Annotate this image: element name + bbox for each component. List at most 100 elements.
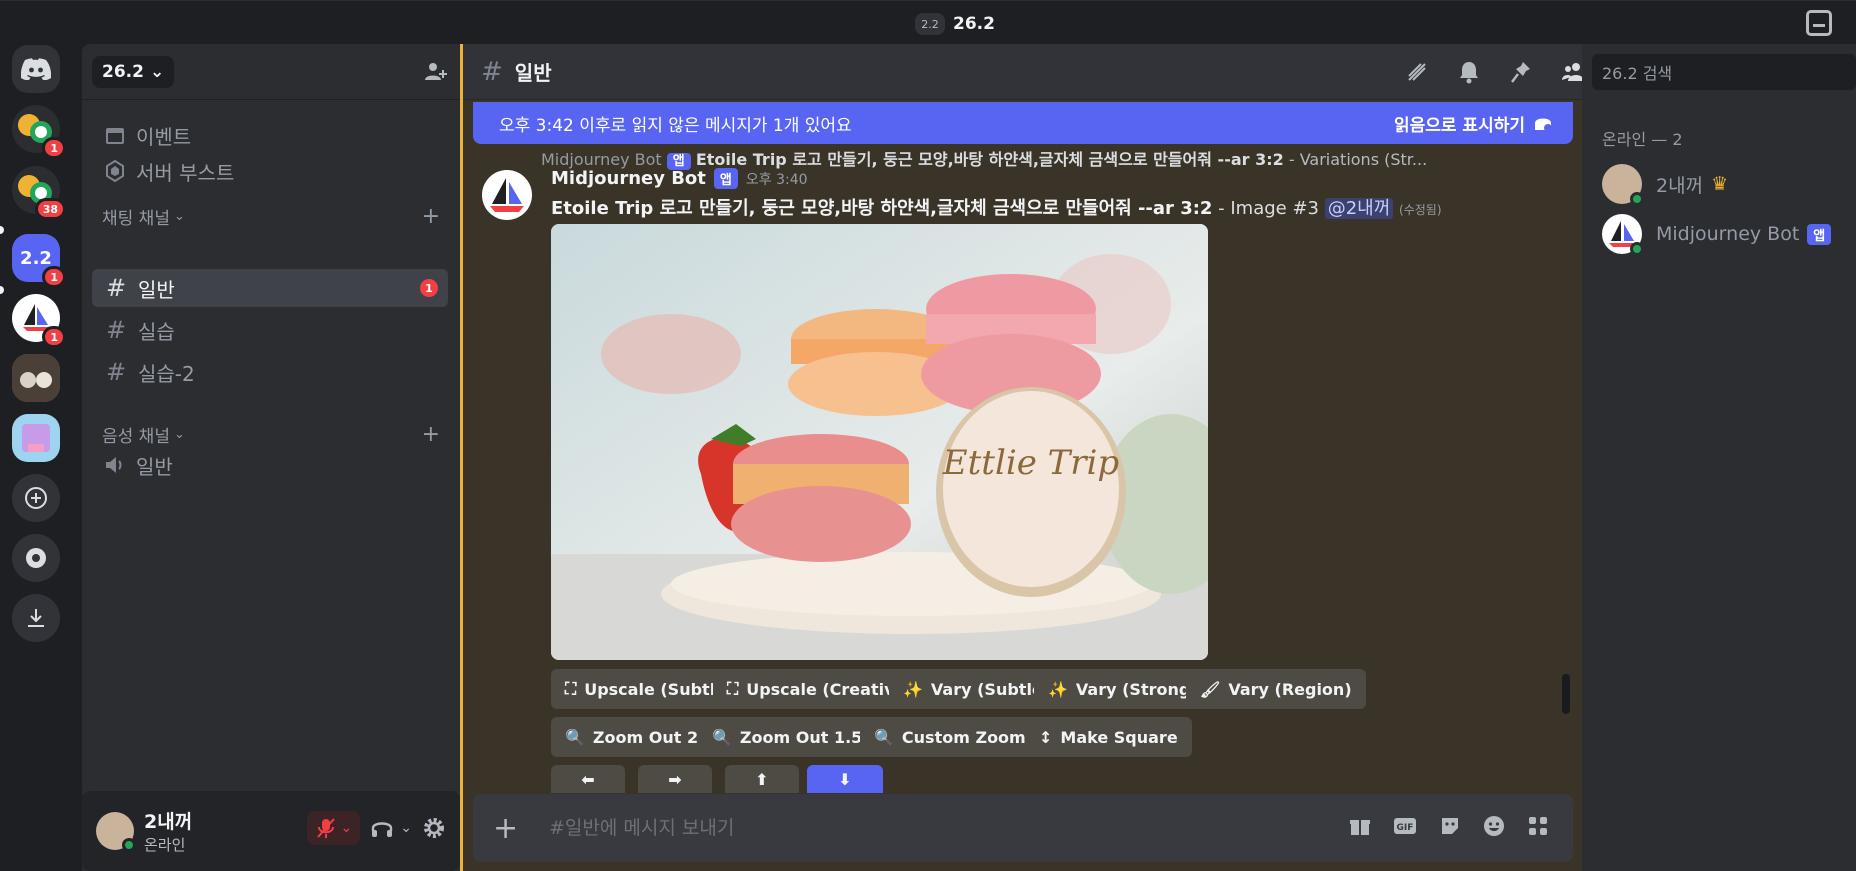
channel-item-general[interactable]: # 일반 1	[92, 269, 448, 307]
server-midjourney[interactable]: 1	[12, 294, 66, 348]
app-tag: 앱	[1807, 223, 1832, 245]
invite-member-icon[interactable]	[424, 60, 448, 84]
mic-muted-icon	[316, 818, 335, 838]
apps-icon[interactable]	[1527, 815, 1549, 842]
chevron-down-icon: ⌄	[173, 426, 185, 442]
create-channel-icon[interactable]: +	[422, 204, 440, 229]
server-26-2[interactable]: 2.2 1	[12, 234, 66, 288]
pan-up-button[interactable]: ⬆	[725, 765, 799, 793]
generated-image[interactable]: Ettlie Trip	[551, 224, 1208, 660]
mention-badge: 1	[42, 266, 66, 288]
button-label: Zoom Out 2x	[592, 727, 709, 747]
explore-servers-button[interactable]	[12, 534, 60, 582]
threads-icon[interactable]	[1405, 60, 1429, 84]
server-avatar-5[interactable]	[12, 354, 60, 402]
message-header: Midjourney Bot 앱 오후 3:40	[551, 168, 808, 189]
pan-left-button[interactable]: ⬅	[551, 765, 625, 793]
download-apps-button[interactable]	[12, 594, 60, 642]
boost-label: 서버 부스트	[136, 160, 235, 185]
server-avatar-1[interactable]: 1	[12, 105, 66, 159]
user-settings-button[interactable]	[422, 816, 446, 840]
edited-label: (수정됨)	[1399, 203, 1442, 217]
gift-icon[interactable]	[1349, 815, 1371, 842]
message-reply-reference[interactable]: Midjourney Bot 앱 Etoile Trip 로고 만들기, 둥근 …	[541, 146, 1531, 170]
svg-text:GIF: GIF	[1397, 823, 1414, 833]
category-label: 음성 채널	[102, 426, 170, 447]
member-name: Midjourney Bot	[1656, 223, 1800, 245]
add-server-button[interactable]	[12, 474, 60, 522]
window-title: 26.2	[953, 14, 995, 34]
vary-strong-button[interactable]: ✨ Vary (Strong)	[1034, 669, 1212, 709]
member-avatar	[1602, 164, 1644, 206]
chevron-down-icon[interactable]: ⌄	[341, 820, 353, 836]
new-messages-bar[interactable]: 오후 3:42 이후로 읽지 않은 메시지가 1개 있어요 읽음으로 표시하기	[473, 102, 1573, 144]
reply-author: Midjourney Bot	[541, 150, 662, 169]
zoom-out-2x-button[interactable]: 🔍 Zoom Out 2x	[551, 717, 723, 757]
deafen-toggle[interactable]: ⌄	[370, 817, 412, 839]
emoji-icon[interactable]	[1483, 815, 1505, 842]
category-label: 채팅 채널	[102, 208, 170, 229]
channel-label: 실습	[138, 319, 175, 344]
message-author[interactable]: Midjourney Bot	[551, 168, 706, 189]
unread-pill	[0, 226, 4, 234]
download-icon	[28, 609, 44, 627]
create-channel-icon[interactable]: +	[422, 422, 440, 447]
text-channel-category[interactable]: 채팅 채널 ⌄ +	[102, 204, 446, 229]
chat-scrollbar[interactable]	[1562, 674, 1570, 714]
message-input[interactable]	[549, 817, 1249, 839]
server-image-icon	[12, 354, 60, 402]
channel-label: 일반	[138, 277, 175, 302]
boost-gem-icon	[106, 160, 124, 182]
member-avatar	[1602, 214, 1644, 256]
reply-rest: - Variations (Str...	[1283, 150, 1428, 169]
user-mention[interactable]: @2내꺼	[1324, 198, 1394, 219]
online-status-dot	[1630, 192, 1644, 206]
member-item[interactable]: Midjourney Bot 앱	[1602, 212, 1832, 256]
sticker-icon[interactable]	[1439, 815, 1461, 842]
member-list: 26.2 검색 온라인 — 2 2내꺼 ♛ Midjourney Bot 앱	[1582, 44, 1856, 871]
server-icon-small: 2.2	[915, 13, 945, 35]
title-bar: 2.2 26.2	[0, 0, 1856, 44]
text-channel-icon: #	[481, 56, 503, 87]
server-avatar-2[interactable]: 38	[12, 166, 66, 220]
events-item[interactable]: 이벤트	[92, 116, 448, 154]
voice-channel-category[interactable]: 음성 채널 ⌄ +	[102, 422, 446, 447]
inbox-icon[interactable]	[1806, 10, 1832, 36]
magic-wand-icon: ✨	[903, 679, 923, 699]
server-boost-item[interactable]: 서버 부스트	[92, 152, 448, 190]
bot-avatar[interactable]	[482, 170, 532, 220]
channel-item-practice[interactable]: # 실습	[92, 311, 448, 349]
magnifier-icon: 🔍	[874, 727, 894, 747]
voice-channel-general[interactable]: 일반	[92, 446, 448, 484]
channel-item-practice-2[interactable]: # 실습-2	[92, 353, 448, 391]
message-rest: - Image #3	[1212, 198, 1325, 219]
server-avatar-6[interactable]	[12, 414, 60, 462]
pan-right-button[interactable]: ➡	[638, 765, 712, 793]
bell-icon[interactable]	[1457, 60, 1481, 84]
user-avatar[interactable]	[96, 812, 136, 852]
mark-as-read-button[interactable]: 읽음으로 표시하기	[1394, 111, 1553, 136]
chevron-down-icon[interactable]: ⌄	[400, 820, 412, 836]
chat-area: # 일반 오후 3:42 이후로 읽지 않은 메시지가 1개 있어요 읽음으로 …	[460, 44, 1585, 871]
search-input[interactable]: 26.2 검색	[1592, 54, 1856, 90]
mute-toggle[interactable]: ⌄	[306, 811, 361, 845]
arrow-down-icon: ⬇	[838, 769, 852, 789]
button-label: Vary (Strong)	[1075, 679, 1198, 699]
user-status: 온라인	[144, 836, 186, 854]
reply-prompt: Etoile Trip 로고 만들기, 둥근 모양,바탕 하얀색,글자체 금색으…	[695, 150, 1284, 169]
pan-down-button[interactable]: ⬇	[807, 765, 883, 793]
make-square-button[interactable]: ↕ Make Square	[1025, 717, 1192, 757]
discord-home-button[interactable]	[12, 45, 60, 93]
speaker-icon	[106, 457, 122, 473]
pin-icon[interactable]	[1509, 60, 1533, 84]
logo-text: Ettlie Trip	[942, 443, 1119, 483]
vary-region-button[interactable]: 🖌 Vary (Region)	[1186, 669, 1366, 709]
add-attachment-icon[interactable]: +	[493, 811, 527, 846]
up-down-arrow-icon: ↕	[1039, 727, 1053, 747]
button-label: Upscale (Subtle)	[584, 679, 734, 699]
gif-icon[interactable]: GIF	[1393, 815, 1417, 842]
zoom-out-1-5x-button[interactable]: 🔍 Zoom Out 1.5x	[698, 717, 887, 757]
server-menu-button[interactable]: 26.2 ⌄	[92, 55, 175, 88]
member-item[interactable]: 2내꺼 ♛	[1602, 162, 1728, 206]
custom-zoom-button[interactable]: 🔍 Custom Zoom	[860, 717, 1040, 757]
